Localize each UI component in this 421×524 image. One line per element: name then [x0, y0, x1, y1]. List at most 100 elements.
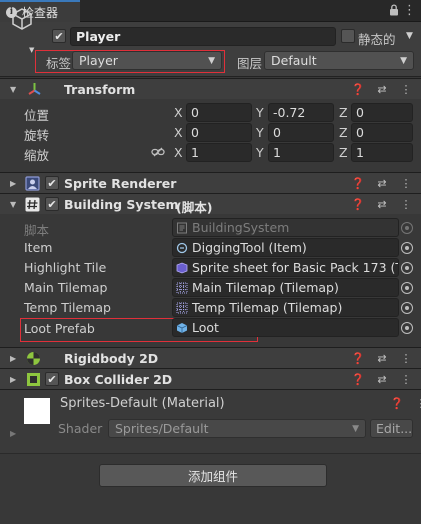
preset-icon[interactable]: ⇄ — [375, 197, 389, 211]
building-system-suffix: (脚本) — [176, 200, 213, 215]
box-collider2d-title: Box Collider 2D — [64, 372, 173, 387]
sprite-renderer-header[interactable]: ▶ ✔ Sprite Renderer ❓ ⇄ ⋮ — [0, 172, 421, 193]
lock-icon[interactable] — [389, 4, 399, 16]
item-field-value: DiggingTool (Item) — [192, 240, 307, 255]
foldout-collapsed-icon[interactable]: ▶ — [10, 179, 16, 188]
rotation-x-input[interactable]: 0 — [186, 123, 252, 142]
rotation-x-axis: X — [174, 125, 183, 140]
highlight-tile-value: Sprite sheet for Basic Pack 173 (Tile — [192, 260, 399, 275]
position-x-axis: X — [174, 105, 183, 120]
temp-tilemap-value: Temp Tilemap (Tilemap) — [192, 300, 343, 315]
help-icon[interactable]: ❓ — [351, 372, 365, 386]
material-preview-thumbnail — [24, 398, 50, 424]
position-x-input[interactable]: 0 — [186, 103, 252, 122]
rotation-z-input[interactable]: 0 — [351, 123, 413, 142]
help-icon[interactable]: ❓ — [351, 82, 365, 96]
temp-tilemap-field[interactable]: Temp Tilemap (Tilemap) — [172, 298, 399, 317]
foldout-collapsed-icon[interactable]: ▶ — [10, 429, 16, 438]
scale-label: 缩放 — [24, 148, 50, 163]
kebab-menu-icon[interactable]: ⋮ — [399, 82, 413, 96]
position-y-axis: Y — [256, 105, 264, 120]
scale-z-input[interactable]: 1 — [351, 143, 413, 162]
component-header-icons: ❓ ⇄ ⋮ — [351, 82, 413, 96]
static-checkbox[interactable] — [341, 29, 355, 43]
temp-tilemap-label: Temp Tilemap — [24, 300, 111, 315]
script-field-label: 脚本 — [24, 223, 50, 238]
object-picker-icon[interactable] — [401, 282, 413, 294]
object-picker-icon[interactable] — [401, 262, 413, 274]
rigidbody2d-icon — [27, 352, 40, 365]
shader-dropdown[interactable]: Sprites/Default ▼ — [108, 419, 366, 438]
scale-x-input[interactable]: 1 — [186, 143, 252, 162]
kebab-menu-icon[interactable]: ⋮ — [399, 197, 413, 211]
foldout-expanded-icon[interactable]: ▼ — [10, 200, 16, 209]
item-field[interactable]: DiggingTool (Item) — [172, 238, 399, 257]
building-system-header[interactable]: ▼ ✔ Building System (脚本) ❓ ⇄ ⋮ — [0, 193, 421, 215]
layer-dropdown-value: Default — [271, 53, 317, 68]
material-title: Sprites-Default (Material) — [60, 396, 225, 411]
foldout-collapsed-icon[interactable]: ▶ — [10, 354, 16, 363]
edit-shader-button[interactable]: Edit... — [370, 419, 413, 438]
foldout-collapsed-icon[interactable]: ▶ — [10, 375, 16, 384]
component-header-icons: ❓ ⇄ ⋮ — [351, 372, 413, 386]
layer-dropdown[interactable]: Default ▼ — [264, 51, 414, 70]
kebab-menu-icon[interactable]: ⋮ — [399, 372, 413, 386]
component-header-icons: ❓ ⇄ ⋮ — [351, 176, 413, 190]
preset-icon[interactable]: ⇄ — [375, 351, 389, 365]
main-tilemap-field[interactable]: Main Tilemap (Tilemap) — [172, 278, 399, 297]
building-system-title: Building System — [64, 197, 179, 212]
box-collider2d-enabled-checkbox[interactable]: ✔ — [45, 372, 59, 386]
component-header-icons: ❓ ⇄ ⋮ — [351, 351, 413, 365]
transform-header[interactable]: ▼ Transform ❓ ⇄ ⋮ — [0, 78, 421, 99]
active-checkbox[interactable]: ✔ — [52, 29, 66, 43]
position-y-input[interactable]: -0.72 — [268, 103, 334, 122]
scriptable-object-icon — [176, 242, 188, 253]
position-label: 位置 — [24, 108, 50, 123]
object-name-input[interactable]: Player — [70, 27, 336, 46]
object-picker-icon[interactable] — [401, 322, 413, 334]
loot-prefab-field[interactable]: Loot — [172, 318, 399, 337]
foldout-expanded-icon[interactable]: ▼ — [10, 85, 16, 94]
help-icon[interactable]: ❓ — [351, 351, 365, 365]
preset-icon[interactable]: ⇄ — [375, 82, 389, 96]
static-dropdown-arrow-icon[interactable]: ▼ — [406, 31, 413, 41]
help-icon[interactable]: ❓ — [390, 396, 404, 410]
rigidbody2d-header[interactable]: ▶ Rigidbody 2D ❓ ⇄ ⋮ — [0, 347, 421, 368]
box-collider2d-header[interactable]: ▶ ✔ Box Collider 2D ❓ ⇄ ⋮ — [0, 368, 421, 389]
tilemap-grid-icon — [176, 302, 188, 313]
kebab-menu-icon[interactable]: ⋮ — [403, 3, 416, 18]
loot-prefab-value: Loot — [192, 320, 219, 335]
main-tilemap-value: Main Tilemap (Tilemap) — [192, 280, 339, 295]
kebab-menu-icon[interactable]: ⋮ — [414, 396, 421, 410]
sprite-renderer-enabled-checkbox[interactable]: ✔ — [45, 176, 59, 190]
help-icon[interactable]: ❓ — [351, 197, 365, 211]
transform-icon — [28, 83, 41, 95]
scale-y-axis: Y — [256, 145, 264, 160]
add-component-button[interactable]: 添加组件 — [99, 464, 327, 487]
tile-asset-icon — [176, 262, 188, 273]
help-icon[interactable]: ❓ — [351, 176, 365, 190]
highlight-tile-field[interactable]: Sprite sheet for Basic Pack 173 (Tile — [172, 258, 399, 277]
kebab-menu-icon[interactable]: ⋮ — [399, 351, 413, 365]
preset-icon[interactable]: ⇄ — [375, 372, 389, 386]
rotation-y-input[interactable]: 0 — [268, 123, 334, 142]
chevron-down-icon: ▼ — [400, 56, 407, 66]
position-z-input[interactable]: 0 — [351, 103, 413, 122]
layer-label: 图层 — [237, 56, 263, 71]
icon-dropdown-arrow-icon[interactable]: ▼ — [29, 46, 34, 54]
building-system-enabled-checkbox[interactable]: ✔ — [45, 197, 59, 211]
rotation-z-axis: Z — [339, 125, 348, 140]
object-picker-icon[interactable] — [401, 242, 413, 254]
shader-label: Shader — [58, 421, 103, 436]
preset-icon[interactable]: ⇄ — [375, 176, 389, 190]
constrain-proportions-link-icon[interactable] — [151, 147, 165, 157]
gameobject-cube-icon — [12, 8, 32, 30]
kebab-menu-icon[interactable]: ⋮ — [399, 176, 413, 190]
box-collider2d-icon — [27, 373, 40, 386]
tilemap-grid-icon — [176, 282, 188, 293]
object-picker-icon[interactable] — [401, 302, 413, 314]
scale-x-axis: X — [174, 145, 183, 160]
scale-y-input[interactable]: 1 — [268, 143, 334, 162]
script-field-value: BuildingSystem — [192, 220, 290, 235]
highlight-tile-label: Highlight Tile — [24, 260, 107, 275]
